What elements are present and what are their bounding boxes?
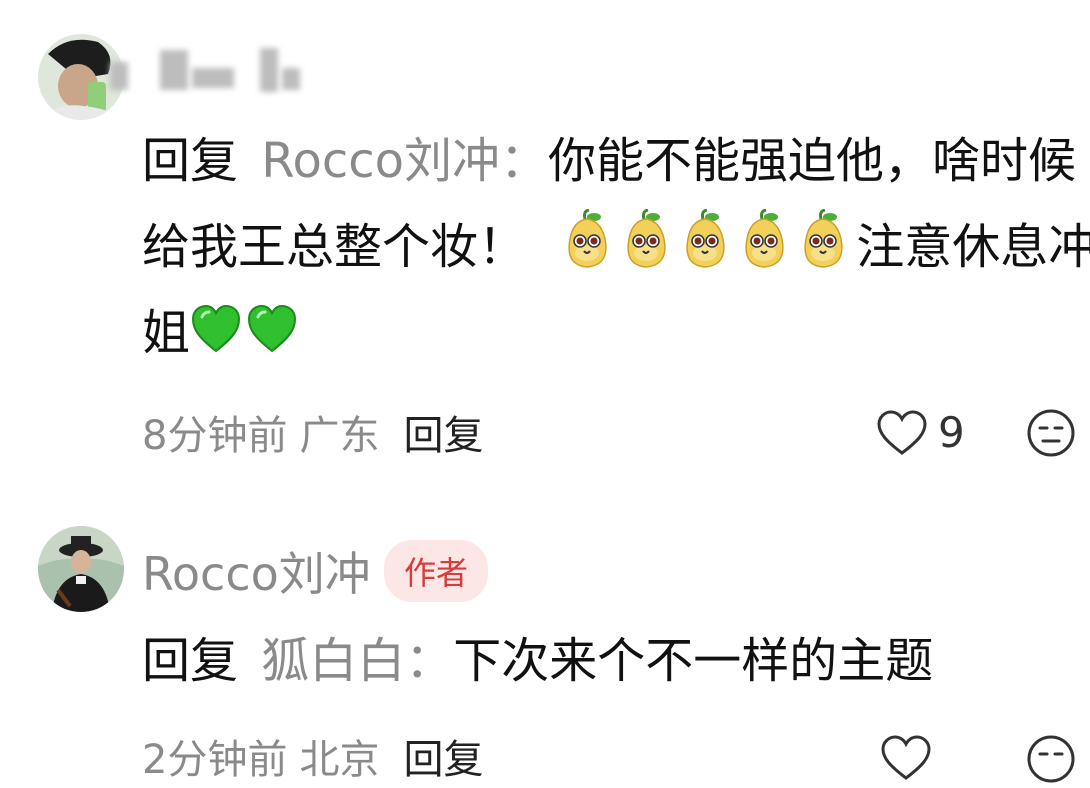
comment-text: 给我王总整个妆！ — [142, 219, 527, 275]
comment-line-2: 给我王总整个妆！ 注意休息冲 — [142, 204, 1090, 290]
neutral-face-icon — [1027, 735, 1075, 783]
neutral-face-icon — [1027, 409, 1075, 457]
heart-outline-icon — [877, 409, 927, 455]
green-heart-emoji — [246, 296, 298, 353]
comment-meta: 8分钟前 广东 回复 — [142, 410, 483, 462]
pear-emoji — [797, 208, 850, 271]
reply-keyword: 回复 — [142, 133, 239, 189]
green-heart-emoji — [190, 296, 242, 353]
like-count: 9 — [938, 408, 965, 457]
comment-meta: 2分钟前 北京 回复 — [142, 734, 483, 786]
comment-line-3: 姐 — [142, 290, 302, 376]
reply-button[interactable]: 回复 — [403, 737, 483, 783]
reply-target-user[interactable]: 狐白白： — [261, 633, 453, 689]
comment-text: 下次来个不一样的主题 — [453, 633, 934, 689]
comment-location: 北京 — [299, 737, 380, 783]
heart-outline-icon — [881, 735, 931, 780]
comment-text: 你能不能强迫他，啥时候 — [548, 133, 1077, 189]
author-badge: 作者 — [384, 540, 489, 602]
comment-time: 8分钟前 — [142, 413, 288, 459]
pear-emoji — [679, 208, 732, 271]
comment-text: 注意休息冲 — [856, 219, 1090, 275]
emoji-group — [190, 304, 302, 361]
author-avatar[interactable] — [38, 526, 124, 612]
blurred-username — [100, 40, 305, 108]
reaction-button[interactable] — [1026, 408, 1076, 458]
reaction-button[interactable] — [1026, 734, 1076, 784]
comment-text: 姐 — [142, 305, 191, 361]
pear-emoji — [738, 208, 791, 271]
comment-location: 广东 — [299, 413, 380, 459]
comment-line-1: 回复 Rocco刘冲：你能不能强迫他，啥时候 — [142, 118, 1076, 204]
pear-emoji — [620, 208, 673, 271]
like-button[interactable]: 9 — [876, 408, 965, 457]
comment-line-1: 回复 狐白白：下次来个不一样的主题 — [142, 618, 933, 704]
like-button[interactable] — [880, 734, 932, 782]
pear-emoji — [561, 208, 614, 271]
reply-keyword: 回复 — [142, 633, 239, 689]
comment-time: 2分钟前 — [142, 737, 288, 783]
reply-button[interactable]: 回复 — [403, 413, 483, 459]
author-name[interactable]: Rocco刘冲 — [142, 538, 371, 604]
emoji-group — [561, 208, 856, 275]
reply-target-user[interactable]: Rocco刘冲： — [261, 133, 548, 189]
